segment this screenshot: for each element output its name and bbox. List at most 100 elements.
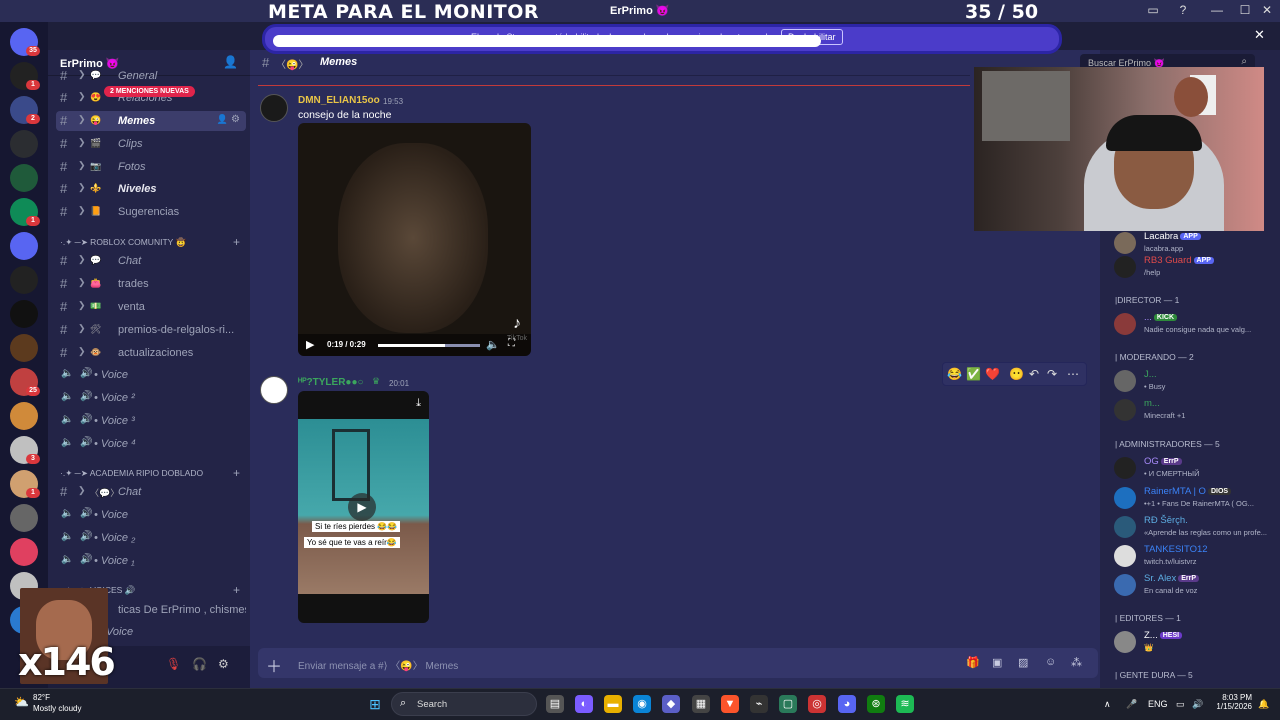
volume-tray-icon[interactable]: 🔊 [1192, 699, 1203, 710]
download-icon[interactable]: ⤓ [416, 397, 421, 410]
minimize-button[interactable]: — [1208, 3, 1226, 19]
member-row[interactable]: RB3 Guard APP/help [1114, 254, 1274, 280]
server-icon[interactable] [10, 266, 38, 294]
forward-icon[interactable]: ↷ [1047, 367, 1057, 381]
member-row[interactable]: Lacabra APP lacabra.app [1114, 230, 1274, 256]
more-icon[interactable]: ⋯ [1067, 367, 1079, 381]
new-mentions-pill[interactable]: 2 MENCIONES NUEVAS [104, 86, 195, 97]
file-explorer-icon[interactable]: ▬ [604, 695, 622, 713]
controller-icon[interactable]: ⌁ [750, 695, 768, 713]
channel-category[interactable]: ·.✦ ─➤ ROBLOX COMUNITY 🤠 + [60, 235, 246, 251]
server-icon[interactable] [10, 402, 38, 430]
gif-icon[interactable]: ▣ [992, 656, 1002, 669]
channel-item[interactable]: # ❯ 👛 trades [56, 274, 246, 294]
member-row[interactable]: RainerMTA | O DIOS •+1 • Fans De RainerMTA… [1114, 485, 1274, 511]
brave-icon[interactable]: ▼ [721, 695, 739, 713]
spotify-icon[interactable]: ≋ [896, 695, 914, 713]
maximize-button[interactable]: ☐ [1236, 3, 1254, 19]
help-icon[interactable]: ? [1174, 3, 1192, 19]
gift-icon[interactable]: 🎁 [966, 656, 980, 669]
add-channel-icon[interactable]: + [233, 235, 240, 249]
apps-icon[interactable]: ⁂ [1071, 656, 1082, 669]
server-icon[interactable] [10, 300, 38, 328]
taskbar-search-label[interactable]: Search [417, 699, 447, 710]
member-row[interactable]: OG ErrP • И СМЕРТНЫЙ [1114, 455, 1274, 481]
voice-channel[interactable]: 🔈 🔊 • Voice ³ [56, 411, 246, 431]
video-seek-bar[interactable] [378, 344, 480, 347]
server-icon[interactable] [10, 504, 38, 532]
server-icon[interactable] [10, 334, 38, 362]
add-channel-icon[interactable]: + [233, 466, 240, 480]
voice-channel[interactable]: 🔈 🔊 • Voice [56, 365, 246, 385]
member-row[interactable]: Sr. Alex ErrP En canal de voz [1114, 572, 1274, 598]
xbox-icon[interactable]: ⊛ [867, 695, 885, 713]
language[interactable]: ENG [1148, 699, 1168, 709]
server-icon[interactable] [10, 164, 38, 192]
add-channel-icon[interactable]: + [233, 583, 240, 597]
message-composer[interactable]: ＋ Enviar mensaje a #⟩ 〈😜〉 Memes 🎁 ▣ ▨ ☺ … [258, 648, 1098, 678]
voice-channel[interactable]: 🔈 🔊 • Voice ² [56, 388, 246, 408]
channel-item[interactable]: # ❯ 😜 Memes 👤 ⚙ [56, 111, 246, 131]
play-icon[interactable]: ▶ [306, 338, 314, 351]
member-row[interactable]: m... Minecraft +1 [1114, 397, 1274, 423]
channel-item[interactable]: # ❯ ⚜️ Niveles [56, 179, 246, 199]
recorder-icon[interactable]: ◎ [808, 695, 826, 713]
channel-item[interactable]: # ❯ 📷 Fotos [56, 157, 246, 177]
member-row[interactable]: Z... HESI 👑 [1114, 629, 1274, 655]
voice-channel[interactable]: 🔈 🔊 • Voice ₂ [56, 528, 246, 548]
settings-gear-icon[interactable]: ⚙ [218, 657, 229, 671]
member-row[interactable]: TANKESITO12 twitch.tv/luistvrz [1114, 543, 1274, 569]
edge-icon[interactable]: ◉ [633, 695, 651, 713]
clock[interactable]: 8:03 PM 1/15/2026 [1212, 693, 1252, 711]
play-icon[interactable]: ▶ [348, 493, 376, 521]
add-reaction-icon[interactable]: 😶 [1009, 367, 1024, 381]
teams-icon[interactable]: ◆ [662, 695, 680, 713]
notification-icon[interactable]: 🔔 [1258, 699, 1269, 710]
volume-icon[interactable]: 🔈 [486, 338, 500, 351]
close-window-button[interactable]: ✕ [1258, 3, 1276, 19]
start-icon[interactable]: ⊞ [366, 695, 384, 713]
tray-arrow-icon[interactable]: ∧ [1104, 699, 1111, 710]
channel-item[interactable]: # ❯ 💬 General [56, 66, 246, 86]
task-view-icon[interactable]: ▤ [546, 695, 564, 713]
check-reaction-icon[interactable]: ✅ [966, 367, 981, 381]
member-row[interactable]: J... • Busy [1114, 368, 1274, 394]
emoji-icon[interactable]: ☺ [1045, 656, 1056, 668]
channel-settings-icon[interactable]: ⚙ [231, 114, 240, 125]
network-icon[interactable]: ▭ [1176, 699, 1185, 710]
message-author[interactable]: DMN_ELIAN15oo [298, 95, 380, 106]
voice-channel[interactable]: 🔈 🔊 • Voice ⁴ [56, 434, 246, 454]
taskbar-search[interactable]: ⌕ Search [391, 692, 537, 716]
voice-channel[interactable]: 🔈 🔊 • Voice ₁ [56, 551, 246, 571]
screen-icon[interactable]: ▭ [1144, 3, 1162, 19]
server-icon[interactable] [10, 130, 38, 158]
member-row[interactable]: RÐ Šērçh. «Aprende las reglas como un pro… [1114, 514, 1274, 540]
channel-item[interactable]: # ❯ 🎬 Clips [56, 134, 246, 154]
mic-muted-icon[interactable]: 🎙 [166, 657, 181, 671]
channel-item[interactable]: # ❯ 🐵 actualizaciones [56, 343, 246, 363]
message-author[interactable]: ᴴᴾ?TYLER●●○ [298, 377, 364, 388]
reply-icon[interactable]: ↶ [1029, 367, 1039, 381]
banner-close-icon[interactable]: ✕ [1254, 27, 1265, 43]
channel-category[interactable]: ·.✦ ─➤ ACADEMIA RIPIO DOBLADO + [60, 466, 246, 482]
copilot-icon[interactable]: ◐ [575, 695, 593, 713]
deafen-icon[interactable]: 🎧 [192, 657, 207, 671]
channel-item[interactable]: # ❯ 💵 venta [56, 297, 246, 317]
discord-icon[interactable]: ◕ [838, 695, 856, 713]
sticker-icon[interactable]: ▨ [1018, 656, 1028, 669]
server-icon[interactable] [10, 232, 38, 260]
video-attachment[interactable]: ♪ TikTok ▶ 0:19 / 0:29 🔈 ⛶ [298, 123, 531, 356]
avatar[interactable] [260, 376, 288, 404]
mic-icon[interactable]: 🎤 [1126, 699, 1137, 710]
heart-reaction-icon[interactable]: ❤️ [985, 367, 1000, 381]
video-attachment[interactable]: ⤓ Si te ríes pierdes 😂😂 Yo sé que te vas… [298, 391, 429, 623]
composer-placeholder[interactable]: Enviar mensaje a #⟩ 〈😜〉 Memes [298, 657, 458, 672]
avatar[interactable] [260, 94, 288, 122]
channel-item[interactable]: # ❯ 💬 Chat [56, 251, 246, 271]
attach-plus-icon[interactable]: ＋ [266, 653, 282, 677]
app-icon[interactable]: ▢ [779, 695, 797, 713]
channel-item[interactable]: # ❯ 🛠 premios-de-relgalos-ri... [56, 320, 246, 340]
channel-item[interactable]: # ❯ 📙 Sugerencias [56, 202, 246, 222]
laugh-reaction-icon[interactable]: 😂 [947, 367, 962, 381]
server-icon[interactable] [10, 538, 38, 566]
